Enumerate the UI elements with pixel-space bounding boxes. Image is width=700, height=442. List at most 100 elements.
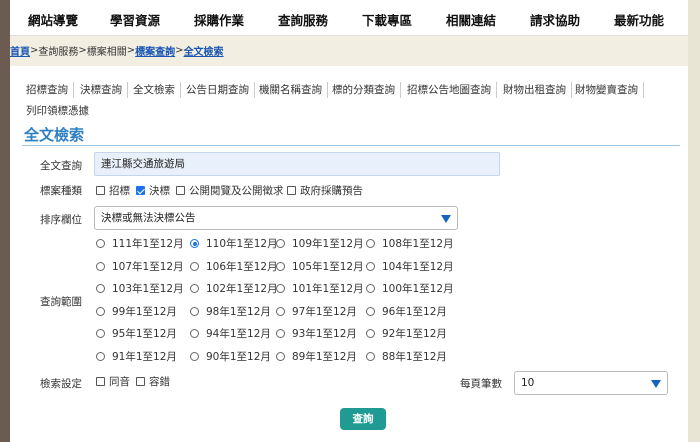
range-radio-option[interactable]: 101年1至12月 [276,281,364,296]
range-radio-option[interactable]: 90年1至12月 [190,349,271,364]
range-radio-label: 95年1至12月 [112,328,177,340]
radio-icon [366,284,375,293]
tab-award-query[interactable]: 決標查詢 [80,82,128,98]
setting-label-homophone: 同音 [109,376,130,388]
radio-icon [190,261,199,271]
tab-map-query[interactable]: 招標公告地圖查詢 [407,82,497,98]
range-radio-option[interactable]: 105年1至12月 [276,259,364,274]
breadcrumb-separator: > [78,44,87,56]
tab-date-query[interactable]: 公告日期查詢 [186,82,255,98]
range-radio-option[interactable]: 98年1至12月 [190,304,271,319]
setting-label-fault-tolerance: 容錯 [149,376,170,388]
checkbox-icon [96,186,105,195]
range-radio-option[interactable]: 88年1至12月 [366,349,447,364]
nav-item-new-features[interactable]: 最新功能 [614,10,664,29]
type-label-award: 決標 [149,185,170,197]
tab-fulltext-search[interactable]: 全文檢索 [133,82,181,98]
sort-select[interactable]: 決標或無法決標公告 [94,206,458,230]
type-checkbox-tender[interactable]: 招標 [96,183,130,198]
radio-icon [276,239,285,248]
tab-tender-query[interactable]: 招標查詢 [26,82,74,98]
range-radio-option[interactable]: 102年1至12月 [190,281,278,296]
range-radio-label: 109年1至12月 [292,238,364,250]
radio-icon [190,306,199,316]
radio-icon [190,284,199,293]
range-radio-option[interactable]: 108年1至12月 [366,236,454,251]
radio-icon [96,284,105,293]
range-radio-option[interactable]: 93年1至12月 [276,326,357,341]
breadcrumb-separator: > [175,44,184,56]
range-radio-label: 110年1至12月 [206,238,278,250]
setting-checkbox-homophone[interactable]: 同音 [96,374,130,389]
checkbox-icon [287,186,296,195]
breadcrumb: 首頁 > 查詢服務 > 標案相關 > 標案查詢 > 全文檢索 [10,38,688,62]
sort-label: 排序欄位 [40,214,82,226]
range-radio-label: 94年1至12月 [206,328,271,340]
type-checkbox-award[interactable]: 決標 [136,183,170,198]
tab-category-query[interactable]: 標的分類查詢 [332,82,401,98]
nav-item-query-service[interactable]: 查詢服務 [278,10,328,29]
breadcrumb-home[interactable]: 首頁 [10,43,30,58]
range-radio-label: 103年1至12月 [112,283,184,295]
per-page-label: 每頁筆數 [460,378,502,390]
range-radio-option[interactable]: 94年1至12月 [190,326,271,341]
range-radio-label: 93年1至12月 [292,328,357,340]
range-radio-label: 91年1至12月 [112,350,177,363]
left-edge-strip [0,0,10,442]
range-radio-label: 102年1至12月 [206,283,278,295]
range-radio-label: 104年1至12月 [382,260,454,273]
setting-checkbox-fault-tolerance[interactable]: 容錯 [136,374,170,389]
range-radio-option[interactable]: 111年1至12月 [96,236,184,251]
range-radio-label: 98年1至12月 [206,305,271,318]
breadcrumb-current[interactable]: 全文檢索 [184,43,224,58]
nav-item-downloads[interactable]: 下載專區 [362,10,412,29]
range-radio-option[interactable]: 95年1至12月 [96,326,177,341]
per-page-select-value: 10 [521,377,535,389]
settings-label: 檢索設定 [40,378,82,390]
radio-icon [96,351,105,361]
range-radio-option[interactable]: 97年1至12月 [276,304,357,319]
radio-selected-icon [190,239,199,248]
range-radio-label: 108年1至12月 [382,238,454,250]
range-radio-option[interactable]: 99年1至12月 [96,304,177,319]
checkbox-icon [136,377,145,386]
right-edge-strip [688,0,700,442]
range-radio-option[interactable]: 107年1至12月 [96,259,184,274]
tab-agency-query[interactable]: 機關名稱查詢 [259,82,328,98]
range-radio-label: 96年1至12月 [382,305,447,318]
range-radio-option[interactable]: 92年1至12月 [366,326,447,341]
radio-icon [276,261,285,271]
nav-item-site-map[interactable]: 網站導覽 [28,10,78,29]
search-button[interactable]: 查詢 [340,408,386,430]
radio-icon [96,239,105,248]
type-label-public-review: 公開閱覽及公開徵求 [189,185,284,197]
range-radio-label: 107年1至12月 [112,260,184,273]
tab-rental-query[interactable]: 財物出租查詢 [503,82,572,98]
range-radio-option[interactable]: 100年1至12月 [366,281,454,296]
fulltext-label: 全文查詢 [40,160,82,172]
radio-icon [276,329,285,338]
radio-icon [366,351,375,361]
range-radio-option[interactable]: 110年1至12月 [190,236,278,251]
range-radio-option[interactable]: 106年1至12月 [190,259,278,274]
range-radio-label: 92年1至12月 [382,328,447,340]
type-checkbox-preannounce[interactable]: 政府採購預告 [287,183,363,198]
title-divider [22,145,680,146]
nav-item-related-links[interactable]: 相關連結 [446,10,496,29]
per-page-select[interactable]: 10 [514,371,668,395]
range-radio-option[interactable]: 96年1至12月 [366,304,447,319]
fulltext-input[interactable]: 連江縣交通旅遊局 [94,152,500,176]
type-label-tender: 招標 [109,185,130,197]
tab-sale-query[interactable]: 財物變賣查詢 [575,82,644,98]
nav-item-learning[interactable]: 學習資源 [110,10,160,29]
range-radio-option[interactable]: 89年1至12月 [276,349,357,364]
range-radio-option[interactable]: 91年1至12月 [96,349,177,364]
range-radio-option[interactable]: 104年1至12月 [366,259,454,274]
nav-item-procurement[interactable]: 採購作業 [194,10,244,29]
tab-print-receipt[interactable]: 列印領標憑據 [26,103,94,119]
range-radio-option[interactable]: 103年1至12月 [96,281,184,296]
breadcrumb-tender-query[interactable]: 標案查詢 [135,43,175,58]
type-checkbox-public-review[interactable]: 公開閱覽及公開徵求 [176,183,284,198]
nav-item-help[interactable]: 請求協助 [530,10,580,29]
range-radio-option[interactable]: 109年1至12月 [276,236,364,251]
